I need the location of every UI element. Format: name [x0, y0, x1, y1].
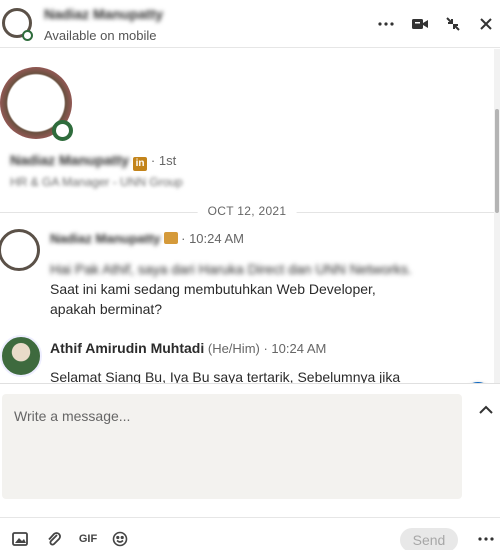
expand-compose-icon[interactable]: [476, 402, 496, 418]
message-compose-box: [2, 394, 462, 499]
emoji-icon[interactable]: [110, 528, 130, 550]
scrollbar[interactable]: [494, 49, 500, 383]
online-status-indicator: [52, 120, 73, 141]
profile-name-row: Nadiaz Manupatty in · 1st: [10, 152, 176, 171]
more-options-icon[interactable]: [474, 532, 498, 546]
message-input[interactable]: [2, 394, 462, 499]
gif-button[interactable]: GIF: [76, 528, 100, 550]
send-button[interactable]: Send: [400, 528, 458, 550]
image-icon[interactable]: [10, 528, 30, 550]
availability-status: Available on mobile: [44, 28, 157, 43]
profile-headline: HR & GA Manager - UNN Group: [10, 175, 183, 189]
video-call-icon[interactable]: [408, 12, 432, 36]
sender-pronouns: (He/Him): [207, 341, 260, 356]
message-header: Athif Amirudin Muhtadi (He/Him) · 10:24 …: [50, 340, 326, 356]
message-time: · 10:24 AM: [181, 231, 245, 246]
connection-degree: · 1st: [150, 153, 177, 168]
message-thread[interactable]: Nadiaz Manupatty in · 1st HR & GA Manager…: [0, 49, 500, 383]
sender-avatar[interactable]: [0, 229, 40, 271]
linkedin-premium-icon: in: [133, 157, 148, 171]
contact-name[interactable]: Nadiaz Manupatty: [44, 6, 163, 22]
more-options-icon[interactable]: [374, 12, 398, 36]
sender-avatar[interactable]: [0, 335, 42, 377]
message-line: Selamat Siang Bu, Iya Bu saya tertarik, …: [50, 369, 401, 383]
divider: [0, 383, 500, 384]
message-time: · 10:24 AM: [263, 341, 327, 356]
scrollbar-thumb[interactable]: [495, 109, 499, 213]
compress-icon[interactable]: [441, 12, 465, 36]
online-status-indicator: [22, 30, 33, 41]
close-icon[interactable]: [474, 12, 498, 36]
premium-badge-icon: [163, 232, 178, 244]
message-line: Hai Pak Athif, saya dari Haruka Direct d…: [50, 261, 412, 277]
chat-header: Nadiaz Manupatty Available on mobile: [0, 0, 500, 48]
message-line: apakah berminat?: [50, 301, 163, 317]
profile-name[interactable]: Nadiaz Manupatty: [10, 152, 129, 168]
sender-name[interactable]: Nadiaz Manupatty: [50, 231, 161, 246]
sender-name[interactable]: Athif Amirudin Muhtadi: [50, 340, 204, 356]
date-label: OCT 12, 2021: [197, 204, 297, 218]
message-line: Saat ini kami sedang membutuhkan Web Dev…: [50, 281, 376, 297]
divider: [0, 517, 500, 518]
attach-icon[interactable]: [44, 528, 64, 550]
date-divider: OCT 12, 2021: [0, 204, 494, 220]
message-header: Nadiaz Manupatty · 10:24 AM: [50, 231, 244, 246]
